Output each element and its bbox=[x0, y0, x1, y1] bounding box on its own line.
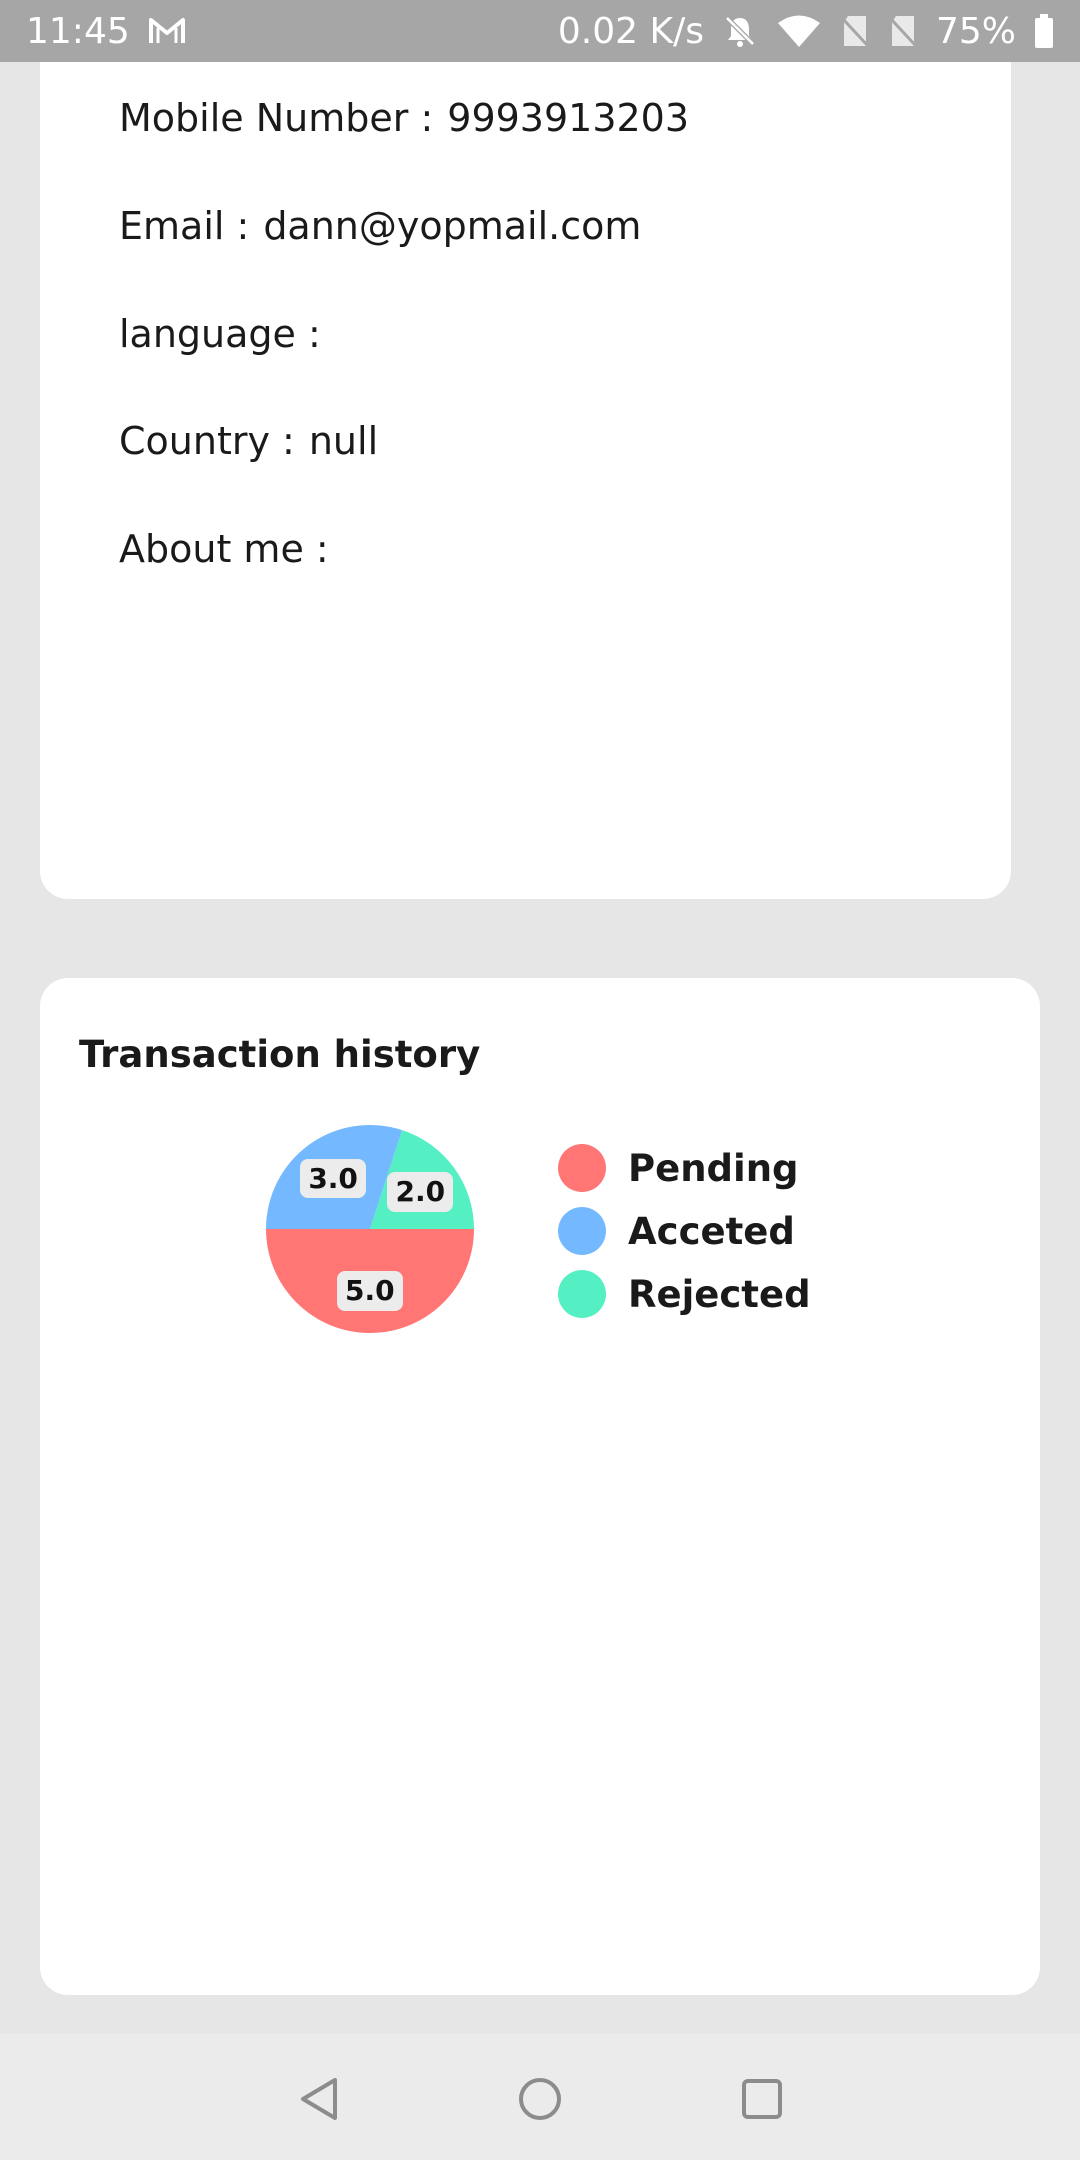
bell-muted-icon bbox=[722, 13, 758, 49]
legend-label-pending: Pending bbox=[628, 1146, 799, 1190]
pie-slice-label-pending: 5.0 bbox=[337, 1271, 403, 1311]
wifi-icon bbox=[776, 14, 822, 48]
pie-chart: 5.0 3.0 2.0 bbox=[265, 1124, 475, 1334]
profile-card: Mobile Number : 9993913203 Email : dann@yo… bbox=[40, 62, 1011, 899]
mobile-row: Mobile Number : 9993913203 bbox=[119, 96, 689, 140]
country-value: null bbox=[308, 419, 379, 463]
pie-slice-label-rejected: 2.0 bbox=[387, 1172, 454, 1212]
chart-legend: Pending Acceted Rejected bbox=[558, 1144, 811, 1333]
legend-item-pending: Pending bbox=[558, 1144, 811, 1192]
status-time: 11:45 bbox=[26, 10, 130, 52]
status-bar: 11:45 0.02 K/s 75% bbox=[0, 0, 1080, 62]
legend-dot-pending bbox=[558, 1144, 606, 1192]
transaction-history-card: Transaction history 5.0 3.0 2.0 Pending Ac… bbox=[40, 978, 1040, 1995]
email-row: Email : dann@yopmail.com bbox=[119, 204, 641, 248]
about-row: About me : bbox=[119, 527, 343, 571]
home-icon[interactable] bbox=[515, 2074, 565, 2124]
recents-icon[interactable] bbox=[737, 2074, 787, 2124]
no-sim-icon bbox=[840, 14, 870, 48]
mobile-value: 9993913203 bbox=[447, 96, 690, 140]
pie-slice-label-acceted: 3.0 bbox=[300, 1158, 366, 1199]
legend-dot-rejected bbox=[558, 1270, 606, 1318]
country-label: Country : bbox=[119, 419, 295, 463]
legend-item-acceted: Acceted bbox=[558, 1207, 811, 1255]
navigation-bar bbox=[0, 2034, 1080, 2160]
legend-label-rejected: Rejected bbox=[628, 1272, 811, 1316]
network-speed: 0.02 K/s bbox=[557, 10, 704, 52]
no-sim-icon bbox=[888, 14, 918, 48]
language-row: language : bbox=[119, 312, 335, 356]
legend-item-rejected: Rejected bbox=[558, 1270, 811, 1318]
legend-dot-acceted bbox=[558, 1207, 606, 1255]
language-label: language : bbox=[119, 312, 321, 356]
back-icon[interactable] bbox=[295, 2074, 345, 2124]
battery-icon bbox=[1034, 13, 1054, 49]
email-value: dann@yopmail.com bbox=[263, 204, 642, 248]
battery-percent: 75% bbox=[935, 10, 1016, 52]
legend-label-acceted: Acceted bbox=[628, 1209, 795, 1253]
country-row: Country : null bbox=[119, 419, 378, 463]
mobile-label: Mobile Number : bbox=[119, 96, 434, 140]
about-label: About me : bbox=[119, 527, 329, 571]
gmail-icon bbox=[148, 16, 186, 46]
email-label: Email : bbox=[119, 204, 250, 248]
transaction-history-title: Transaction history bbox=[79, 1033, 481, 1076]
